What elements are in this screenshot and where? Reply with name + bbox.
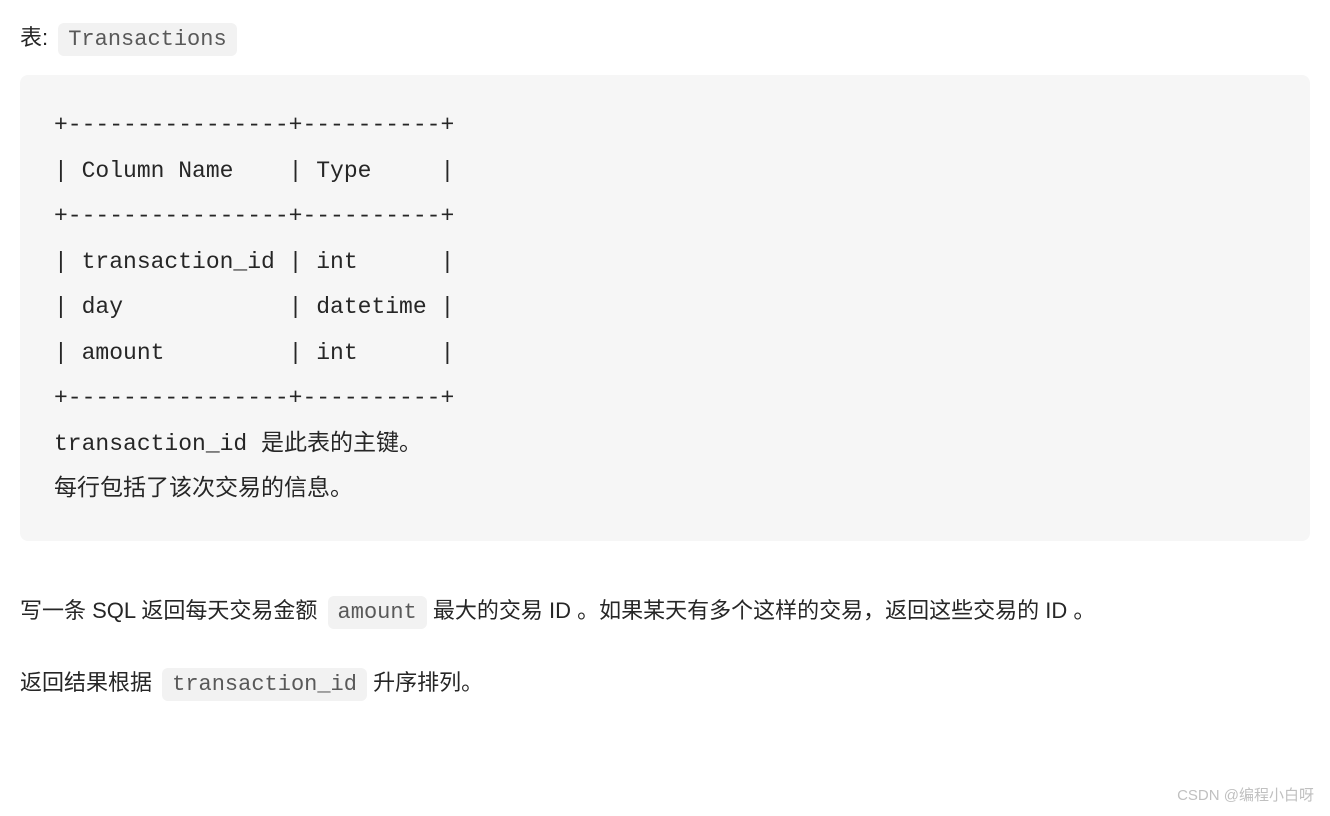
p2-code-transaction-id: transaction_id — [162, 668, 367, 701]
table-prefix: 表: — [20, 25, 54, 50]
p2-text-before: 返回结果根据 — [20, 670, 158, 695]
p2-text-after: 升序排列。 — [367, 670, 483, 695]
p1-code-amount: amount — [328, 596, 427, 629]
watermark: CSDN @编程小白呀 — [1177, 784, 1314, 808]
p1-text-before: 写一条 SQL 返回每天交易金额 — [20, 598, 324, 623]
code-block-content: +----------------+----------+ | Column N… — [54, 103, 1276, 513]
p1-text-after: 最大的交易 ID 。如果某天有多个这样的交易，返回这些交易的 ID 。 — [427, 598, 1096, 623]
problem-description-2: 返回结果根据 transaction_id 升序排列。 — [20, 663, 1310, 705]
table-label-line: 表: Transactions — [20, 20, 1310, 57]
table-name-code: Transactions — [58, 23, 236, 56]
problem-description-1: 写一条 SQL 返回每天交易金额 amount 最大的交易 ID 。如果某天有多… — [20, 589, 1310, 635]
code-block: +----------------+----------+ | Column N… — [20, 75, 1310, 541]
